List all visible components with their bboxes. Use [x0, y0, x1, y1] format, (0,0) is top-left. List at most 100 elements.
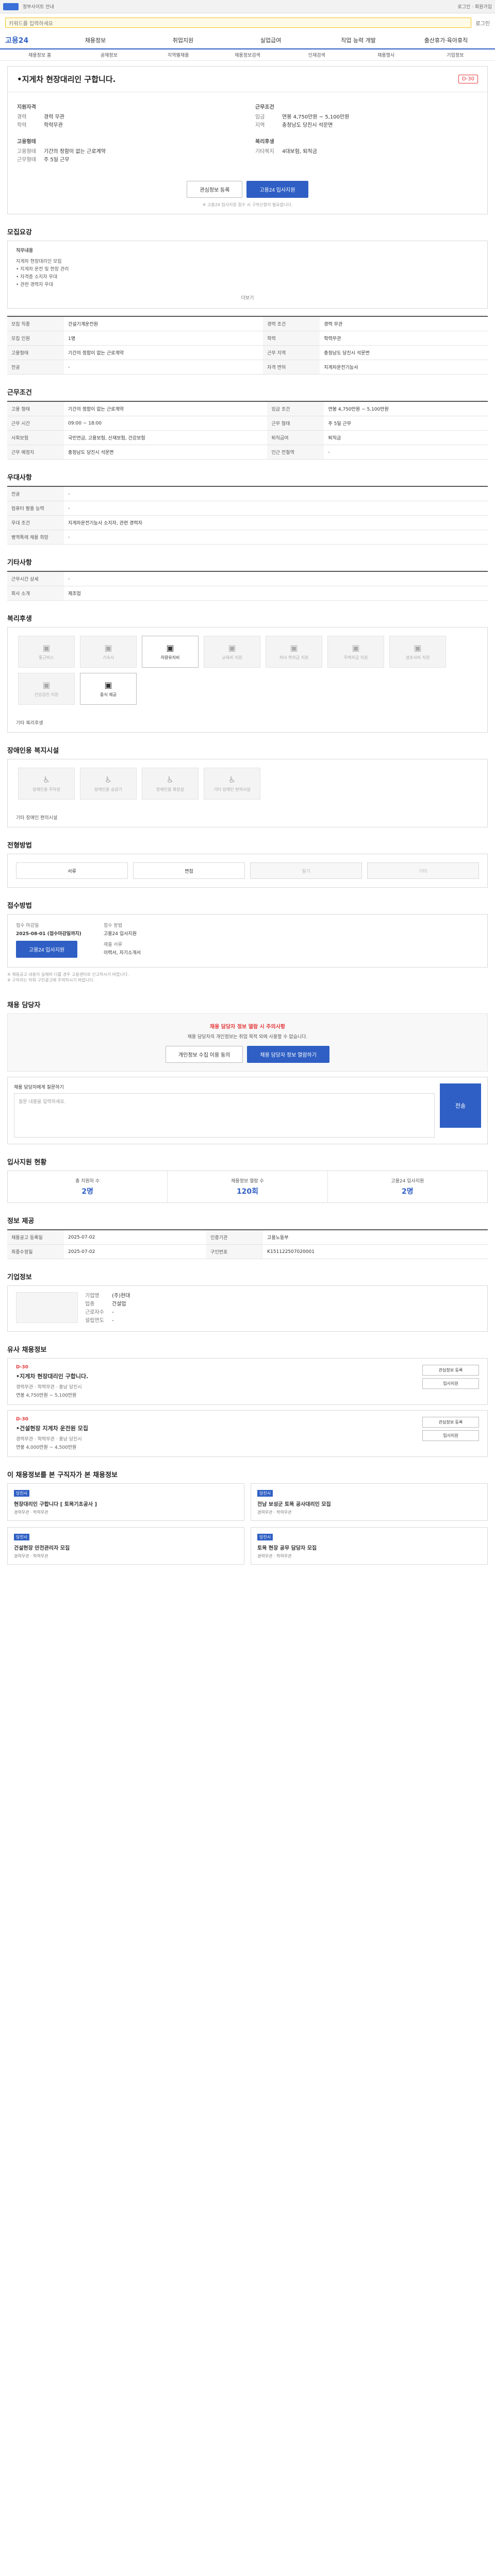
gov-topbar: 정부사이트 안내 로그인 · 회원가입: [0, 0, 495, 13]
benefit-icon: ▣: [166, 643, 174, 653]
benefit-label: 건강검진 지원: [34, 692, 59, 697]
cell-head: 사회보험: [7, 430, 64, 445]
stat-value: 2명: [81, 1188, 93, 1196]
similar-job-info: D-30 •지게차 현장대리인 구합니다. 경력무관 · 학력무관 · 충남 당진시…: [16, 1365, 412, 1398]
apply-button-2[interactable]: 고용24 입사지원: [16, 941, 78, 958]
subnav-item[interactable]: 채용정보검색: [213, 52, 282, 58]
login-link[interactable]: 로그인: [475, 19, 490, 27]
benefit-item: ▣ 주택자금 지원: [327, 636, 384, 668]
subnav-item[interactable]: 인재검색: [282, 52, 351, 58]
cell: 2025-07-02: [64, 1230, 207, 1245]
nav-item-1[interactable]: 채용정보: [52, 36, 139, 44]
cell-head: 퇴직급여: [267, 430, 324, 445]
brand-logo[interactable]: 고용24: [5, 35, 52, 45]
section-title-contact: 채용 담당자: [7, 1002, 41, 1009]
benefit-label: 주택자금 지원: [343, 655, 368, 660]
cell-head: 전공: [7, 360, 64, 375]
recommend-card[interactable]: 당진시 토목 현장 공무 담당자 모집 경력무관 · 학력무관: [251, 1527, 488, 1565]
cell: 경력 무관: [320, 316, 488, 331]
topbar-left: 정부사이트 안내: [23, 5, 54, 10]
similar-job-meta: 경력무관 · 학력무관 · 충남 당진시: [16, 1437, 82, 1442]
section-title-summary: 모집요강: [7, 229, 32, 236]
recommend-title[interactable]: 토목 현장 공무 담당자 모집: [257, 1544, 481, 1551]
cell: 충청남도 당진시 석문면: [320, 345, 488, 360]
search-input[interactable]: 키워드를 입력하세요: [5, 18, 472, 28]
method-item: 필기: [250, 862, 362, 879]
benefit-label: 통근버스: [39, 655, 54, 660]
sub-nav: 채용정보 홈 공채정보 지역별채용 채용정보검색 인재검색 채용행사 기업정보: [0, 49, 495, 61]
similar-job-button[interactable]: 관심정보 등록: [422, 1417, 479, 1428]
method-card: 서류 면접 필기 기타: [7, 854, 488, 888]
cell: 건설기계운전원: [64, 316, 263, 331]
job-summary-card: •지게차 현장대리인 구합니다. D-30 지원자격 경력 경력 무관 학력 학력무…: [7, 66, 488, 214]
subnav-item[interactable]: 공채정보: [74, 52, 143, 58]
cell: -: [64, 571, 488, 586]
recommend-card[interactable]: 당진시 전남 보성군 토목 공사대리인 모집 경력무관 · 학력무관: [251, 1483, 488, 1521]
benefit-icon: ▣: [414, 643, 422, 653]
benefit-item: ▣ 교육비 지원: [204, 636, 260, 668]
more-button[interactable]: 더보기: [16, 289, 479, 302]
benefit-item: ▣ 자녀 학자금 지원: [266, 636, 322, 668]
question-send-button[interactable]: 전송: [440, 1083, 481, 1128]
similar-job-title[interactable]: •건설현장 지게차 운전원 모집: [16, 1424, 412, 1432]
group-title: 지원자격: [17, 105, 36, 110]
kv-value: 기간의 정함이 없는 근로계약: [44, 149, 106, 155]
question-box: 채용 담당자에게 질문하기 질문 내용을 입력하세요. 전송: [7, 1077, 488, 1144]
benefit-label: 기타 장애인 편의시설: [213, 787, 251, 792]
disabled-foot: 기타 장애인 편의시설: [16, 816, 58, 821]
note-line: ※ 구직자는 허위 구인광고에 주의하시기 바랍니다.: [7, 978, 95, 982]
benefit-icon: ▣: [104, 680, 112, 690]
similar-job-title[interactable]: •지게차 현장대리인 구합니다.: [16, 1372, 412, 1380]
cell: 연봉 4,750만원 ~ 5,100만원: [324, 401, 488, 416]
cell: 지게차운전기능사 소지자, 관련 경력자: [64, 515, 488, 530]
apply-button[interactable]: 고용24 입사지원: [246, 181, 308, 198]
deadline-label: 접수 마감일: [16, 923, 39, 928]
topbar-right[interactable]: 로그인 · 회원가입: [457, 3, 492, 10]
similar-job-button[interactable]: 관심정보 등록: [422, 1365, 479, 1376]
nav-item-5[interactable]: 출산휴가·육아휴직: [402, 36, 490, 44]
location-tag: 당진시: [257, 1534, 273, 1540]
nav-item-4[interactable]: 직업 능력 개발: [315, 36, 402, 44]
benefit-icon: ▣: [352, 643, 360, 653]
view-contact-button[interactable]: 채용 담당자 정보 열람하기: [247, 1046, 329, 1063]
cell: K151122507020001: [263, 1244, 488, 1259]
question-textarea[interactable]: 질문 내용을 입력하세요.: [14, 1093, 435, 1138]
location-tag: 당진시: [257, 1490, 273, 1497]
similar-job-button[interactable]: 입사지원: [422, 1430, 479, 1441]
section-title-stats: 입사지원 현황: [7, 1159, 47, 1166]
recommend-title[interactable]: 건설현장 안전관리자 모집: [14, 1544, 238, 1551]
similar-job-meta: 경력무관 · 학력무관 · 충남 당진시: [16, 1385, 82, 1390]
section-title-etc: 기타사항: [7, 559, 32, 567]
recommend-title[interactable]: 전남 보성군 토목 공사대리인 모집: [257, 1500, 481, 1507]
subnav-item[interactable]: 채용정보 홈: [5, 52, 74, 58]
deadline-value: 2025-08-01 (접수마감일까지): [16, 931, 81, 937]
desc-title: 직무내용: [16, 248, 34, 253]
method-value: 고용24 입사지원: [104, 931, 137, 937]
kv-value: (주)현대: [112, 1293, 130, 1299]
cell-head: 근무 예정지: [7, 445, 64, 460]
similar-job-item[interactable]: D-30 •건설현장 지게차 운전원 모집 경력무관 · 학력무관 · 충남 당진시…: [7, 1410, 488, 1457]
subnav-item[interactable]: 지역별채용: [144, 52, 213, 58]
similar-list: D-30 •지게차 현장대리인 구합니다. 경력무관 · 학력무관 · 충남 당진시…: [7, 1358, 488, 1457]
kv-value: -: [112, 1318, 114, 1324]
similar-job-item[interactable]: D-30 •지게차 현장대리인 구합니다. 경력무관 · 학력무관 · 충남 당진시…: [7, 1358, 488, 1405]
benefit-icon: ♿: [42, 775, 51, 785]
benefit-icon: ♿: [228, 775, 236, 785]
benefit-label: 교육비 지원: [222, 655, 242, 660]
subnav-item[interactable]: 기업정보: [421, 52, 490, 58]
nav-item-3[interactable]: 실업급여: [227, 36, 315, 44]
cell-head: 회사 소개: [7, 586, 64, 601]
similar-job-button[interactable]: 입사지원: [422, 1378, 479, 1389]
cell: 기간의 정함이 없는 근로계약: [64, 401, 268, 416]
kv-key: 경력: [17, 114, 27, 120]
recommend-card[interactable]: 당진시 건설현장 안전관리자 모집 경력무관 · 학력무관: [7, 1527, 244, 1565]
consent-button[interactable]: 개인정보 수집 이용 동의: [166, 1046, 243, 1063]
similar-job-pay: 연봉 4,750만원 ~ 5,100만원: [16, 1393, 77, 1398]
similar-job-info: D-30 •건설현장 지게차 운전원 모집 경력무관 · 학력무관 · 충남 당진시…: [16, 1417, 412, 1450]
save-interest-button[interactable]: 관심정보 등록: [187, 181, 243, 198]
recommend-title[interactable]: 현장대리인 구합니다 [ 토목기초공사 ]: [14, 1500, 238, 1507]
nav-item-2[interactable]: 취업지원: [139, 36, 227, 44]
recommend-card[interactable]: 당진시 현장대리인 구합니다 [ 토목기초공사 ] 경력무관 · 학력무관: [7, 1483, 244, 1521]
benefit-label: 자녀 학자금 지원: [279, 655, 309, 660]
subnav-item[interactable]: 채용행사: [351, 52, 420, 58]
